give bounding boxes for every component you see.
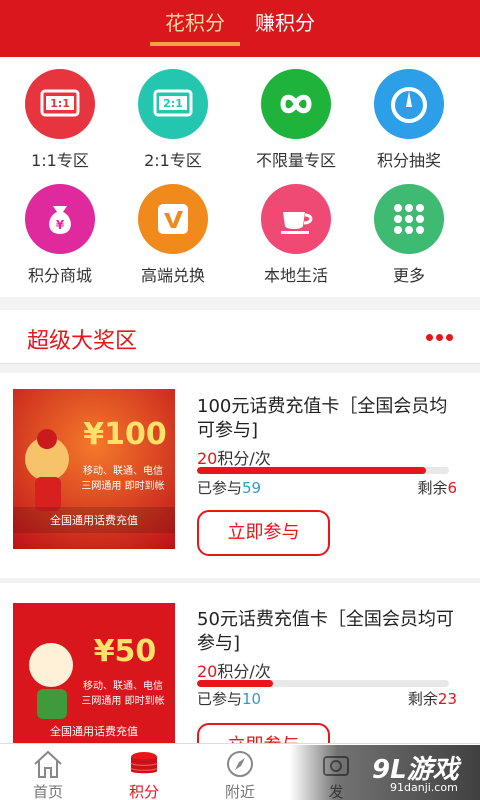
- thumb-amount: ¥100: [83, 417, 167, 452]
- coins-icon: [130, 752, 158, 774]
- infinity-icon: [261, 69, 331, 139]
- v-badge-icon: [138, 184, 208, 254]
- grid-item-label: 积分抽奖: [376, 151, 441, 170]
- nav-label: 积分: [128, 783, 159, 800]
- compass-icon: [227, 751, 253, 777]
- product-title: 50元话费充值卡［全国会员均可参与]: [197, 609, 454, 654]
- thumb-footer: 全国通用话费充值: [50, 724, 138, 738]
- svg-text:1:1: 1:1: [50, 97, 70, 110]
- nav-nearby[interactable]: 附近: [192, 744, 288, 800]
- grid-item-label: 2:1专区: [144, 151, 202, 170]
- home-icon: [34, 750, 62, 778]
- grid-item-premium[interactable]: 高端兑换: [113, 172, 233, 287]
- grid-dots-icon: [374, 184, 444, 254]
- grid-item-lottery[interactable]: 积分抽奖: [349, 57, 469, 172]
- coffee-cup-icon: [261, 184, 331, 254]
- grid-item-label: 1:1专区: [31, 151, 89, 170]
- grid-item-1to1[interactable]: 1:1 1:1专区: [0, 57, 120, 172]
- svg-text:¥: ¥: [56, 218, 65, 232]
- joined-count: 已参与10: [197, 690, 262, 708]
- grid-item-more[interactable]: 更多: [349, 172, 469, 287]
- grid-item-label: 不限量专区: [255, 151, 336, 170]
- section-title: 超级大奖区: [27, 329, 138, 354]
- grid-item-2to1[interactable]: 2:1 2:1专区: [113, 57, 233, 172]
- product-thumbnail: ¥50 移动、联通、电信 三网通用 即时到帐 全国通用话费充值: [13, 603, 175, 743]
- product-title: 100元话费充值卡［全国会员均可参与]: [197, 396, 448, 441]
- watermark-url: 91danji.com: [390, 781, 458, 794]
- grid-item-mall[interactable]: ¥ 积分商城: [0, 172, 120, 287]
- dial-icon: [374, 69, 444, 139]
- thumb-footer: 全国通用话费充值: [50, 513, 138, 527]
- product-card[interactable]: ¥100 移动、联通、电信 三网通用 即时到帐 全国通用话费充值 100元话费充…: [0, 373, 480, 578]
- 2-to-1-ticket-icon: 2:1: [138, 69, 208, 139]
- product-price: 20积分/次: [197, 662, 271, 681]
- 1-to-1-ticket-icon: 1:1: [25, 69, 95, 139]
- section-header: 超级大奖区: [0, 310, 480, 364]
- progress-bar: [197, 680, 449, 687]
- tab-spend-points[interactable]: 花积分: [150, 8, 240, 40]
- tab-earn-points[interactable]: 赚积分: [250, 8, 320, 40]
- product-price: 20积分/次: [197, 449, 271, 468]
- thumb-amount: ¥50: [94, 634, 157, 669]
- thumb-line1: 移动、联通、电信: [83, 464, 163, 477]
- product-thumbnail: ¥100 移动、联通、电信 三网通用 即时到帐 全国通用话费充值: [13, 389, 175, 549]
- top-header: 花积分 赚积分: [0, 0, 480, 57]
- thumb-line2: 三网通用 即时到帐: [81, 694, 164, 707]
- grid-item-label: 更多: [392, 266, 425, 285]
- nav-home[interactable]: 首页: [0, 744, 96, 800]
- progress-bar: [197, 467, 449, 474]
- thumb-line2: 三网通用 即时到帐: [81, 479, 164, 492]
- joined-count: 已参与59: [197, 479, 262, 497]
- remaining-count: 剩余6: [417, 479, 457, 497]
- join-now-button[interactable]: 立即参与: [197, 723, 330, 743]
- grid-item-label: 本地生活: [263, 266, 328, 285]
- more-options-icon[interactable]: [426, 334, 453, 342]
- nav-label: 附近: [224, 783, 255, 800]
- grid-item-local[interactable]: 本地生活: [236, 172, 356, 287]
- nav-points[interactable]: 积分: [96, 744, 192, 800]
- grid-item-label: 积分商城: [27, 266, 92, 285]
- money-bag-icon: ¥: [25, 184, 95, 254]
- category-grid: 1:1 1:1专区 2:1 2:1专区 不限量专区 积分抽奖 ¥ 积分商城 高端…: [0, 57, 480, 297]
- grid-item-label: 高端兑换: [140, 266, 205, 285]
- watermark: 9L游戏 91danji.com: [290, 745, 480, 800]
- thumb-line1: 移动、联通、电信: [83, 679, 163, 692]
- product-card[interactable]: ¥50 移动、联通、电信 三网通用 即时到帐 全国通用话费充值 50元话费充值卡…: [0, 583, 480, 743]
- active-tab-indicator: [150, 42, 240, 46]
- remaining-count: 剩余23: [407, 690, 457, 708]
- svg-text:2:1: 2:1: [163, 97, 183, 110]
- grid-item-unlimited[interactable]: 不限量专区: [236, 57, 356, 172]
- nav-label: 首页: [32, 783, 63, 800]
- join-now-button[interactable]: 立即参与: [197, 510, 330, 556]
